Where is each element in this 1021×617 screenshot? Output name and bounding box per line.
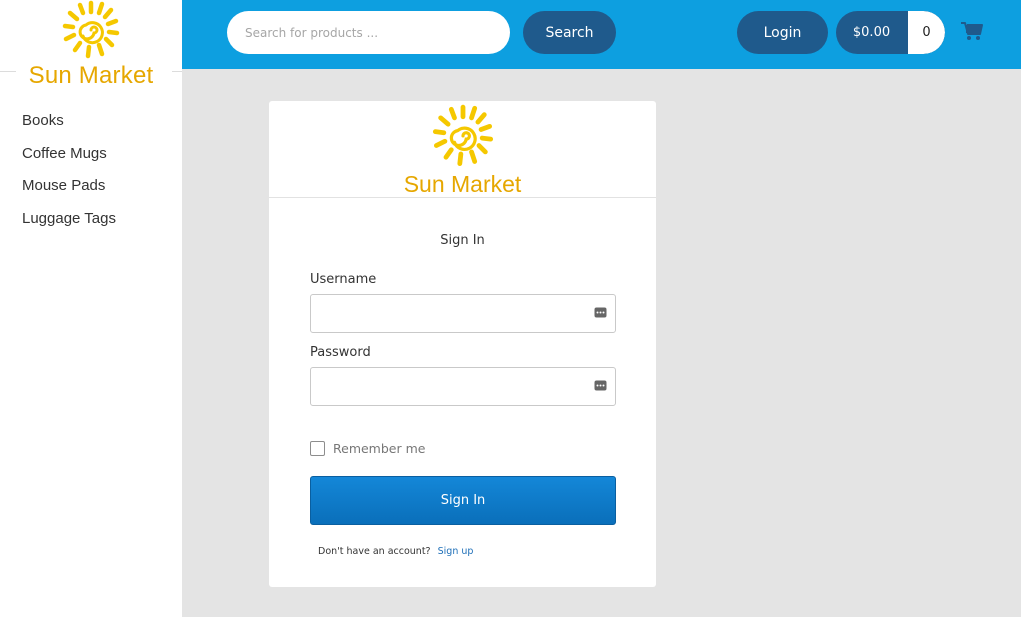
sun-logo-icon (62, 0, 120, 59)
shopping-cart-icon[interactable] (960, 20, 984, 42)
username-label: Username (310, 272, 377, 287)
search-input[interactable] (227, 11, 510, 54)
no-account-text: Don't have an account? (318, 546, 431, 557)
sidebar-brand-name: Sun Market (28, 62, 154, 89)
card-logo: Sun Market (269, 101, 656, 198)
card-brand-name: Sun Market (403, 171, 522, 197)
cart-total: $0.00 (852, 25, 891, 40)
signup-prompt: Don't have an account? Sign up (318, 546, 473, 557)
remember-me-toggle[interactable]: Remember me (310, 441, 425, 456)
sidebar-logo[interactable]: Sun Market (0, 0, 182, 96)
category-nav: Books Coffee Mugs Mouse Pads Luggage Tag… (22, 110, 116, 240)
password-label: Password (310, 345, 371, 360)
remember-me-checkbox[interactable] (310, 441, 325, 456)
cart-summary-button[interactable]: $0.00 0 (836, 11, 945, 54)
sidebar-item-coffee-mugs[interactable]: Coffee Mugs (22, 143, 116, 176)
search-button[interactable]: Search (523, 11, 616, 54)
sidebar-item-books[interactable]: Books (22, 110, 116, 143)
sidebar-item-luggage-tags[interactable]: Luggage Tags (22, 208, 116, 241)
signin-card: Sun Market Sign In Username Password Rem… (269, 101, 656, 587)
signup-link[interactable]: Sign up (438, 546, 474, 557)
sun-logo-icon (432, 104, 494, 167)
remember-me-label: Remember me (333, 441, 426, 456)
username-field[interactable] (310, 294, 616, 333)
signin-button[interactable]: Sign In (310, 476, 616, 525)
top-bar: Search Login $0.00 0 (182, 0, 1021, 69)
login-button[interactable]: Login (737, 11, 828, 54)
password-manager-key-icon[interactable] (594, 307, 607, 318)
sidebar: Sun Market Books Coffee Mugs Mouse Pads … (0, 0, 182, 617)
signin-title: Sign In (440, 233, 485, 248)
password-manager-key-icon[interactable] (594, 380, 607, 391)
password-field[interactable] (310, 367, 616, 406)
cart-count-badge: 0 (908, 11, 945, 54)
sidebar-item-mouse-pads[interactable]: Mouse Pads (22, 175, 116, 208)
